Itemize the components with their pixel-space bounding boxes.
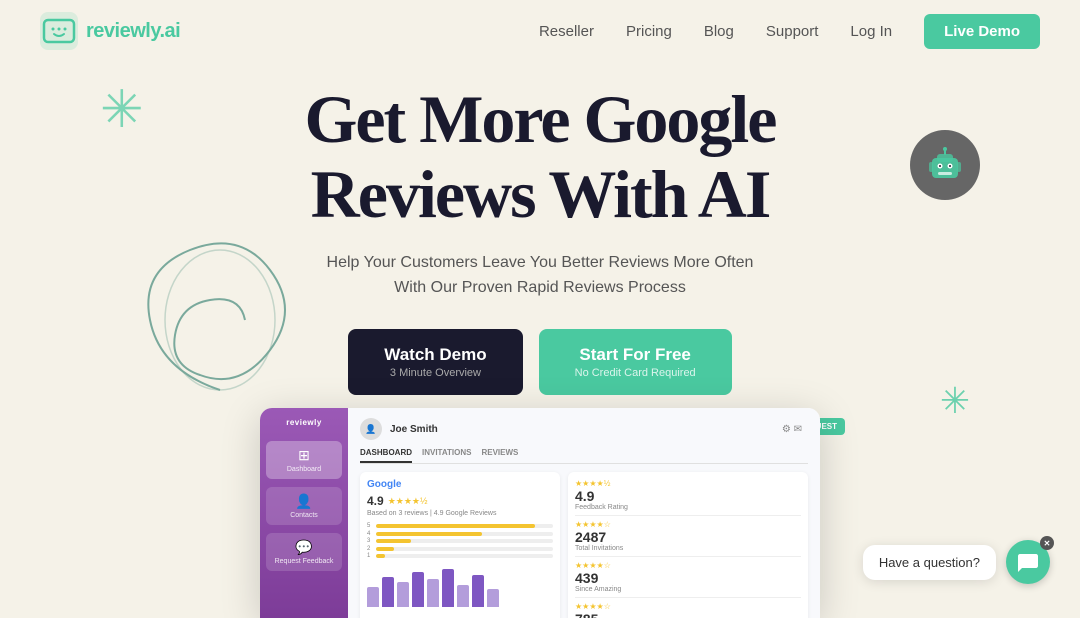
navbar: reviewly.ai Reseller Pricing Blog Suppor…	[0, 0, 1080, 62]
google-logo: Google	[367, 479, 553, 490]
live-demo-button[interactable]: Live Demo	[924, 14, 1040, 49]
metric-stars-2: ★★★★☆	[575, 520, 801, 529]
dash-content: Google 4.9 ★★★★½ Based on 3 reviews | 4.…	[360, 472, 808, 618]
dash-user-name: Joe Smith	[390, 424, 438, 435]
metric-value-3: 439	[575, 570, 801, 586]
watch-demo-button[interactable]: Watch Demo 3 Minute Overview	[348, 329, 522, 395]
contacts-icon: 👤	[270, 493, 338, 510]
hero-subtitle: Help Your Customers Leave You Better Rev…	[320, 250, 760, 301]
dash-nav-feedback[interactable]: 💬 Request Feedback	[266, 533, 342, 571]
chat-bubble-text: Have a question?	[863, 545, 996, 580]
feedback-icon: 💬	[270, 539, 338, 556]
google-review-count: Based on 3 reviews | 4.9 Google Reviews	[367, 510, 553, 517]
tab-invitations[interactable]: INVITATIONS	[422, 448, 471, 463]
brand-name: reviewly.ai	[86, 20, 180, 43]
hero-title: Get More Google Reviews With AI	[304, 82, 775, 232]
metric-value-4: 785	[575, 611, 801, 618]
start-free-button[interactable]: Start For Free No Credit Card Required	[539, 329, 732, 395]
google-stars: ★★★★½	[388, 496, 428, 507]
google-rating-box: Google 4.9 ★★★★½ Based on 3 reviews | 4.…	[360, 472, 560, 618]
dashboard-sidebar: reviewly ⊞ Dashboard 👤 Contacts 💬 Reques…	[260, 408, 348, 618]
nav-pricing[interactable]: Pricing	[626, 23, 672, 40]
metric-bottom: ★★★★☆ 785	[575, 602, 801, 618]
hero-section: Get More Google Reviews With AI Help You…	[0, 62, 1080, 395]
dash-icons: ⚙ ✉	[782, 424, 802, 435]
bar-chart	[367, 567, 553, 607]
logo: reviewly.ai	[40, 12, 180, 50]
decoration-snowflake-right: ✳	[940, 380, 970, 422]
user-avatar: 👤	[360, 418, 382, 440]
metric-label-1: Feedback Rating	[575, 504, 801, 511]
dash-tabs: DASHBOARD INVITATIONS REVIEWS	[360, 448, 808, 464]
metric-since-amazing: ★★★★☆ 439 Since Amazing	[575, 561, 801, 593]
logo-icon	[40, 12, 78, 50]
nav-support[interactable]: Support	[766, 23, 819, 40]
dash-nav-dashboard[interactable]: ⊞ Dashboard	[266, 441, 342, 479]
chat-widget: Have a question? ✕	[863, 540, 1050, 584]
dashboard-main: 👤 Joe Smith ⚙ ✉ DASHBOARD INVITATIONS RE…	[348, 408, 820, 618]
nav-blog[interactable]: Blog	[704, 23, 734, 40]
metric-label-3: Since Amazing	[575, 586, 801, 593]
watch-demo-sub: 3 Minute Overview	[390, 367, 481, 379]
dash-header: 👤 Joe Smith ⚙ ✉	[360, 418, 808, 440]
metric-value-1: 4.9	[575, 488, 801, 504]
tab-reviews[interactable]: REVIEWS	[481, 448, 518, 463]
metric-stars-1: ★★★★½	[575, 479, 801, 488]
google-rating: 4.9	[367, 494, 384, 508]
rating-bars: 5 4 3 2 1	[367, 523, 553, 559]
metrics-panel: ★★★★½ 4.9 Feedback Rating ★★★★☆ 2487 Tot…	[568, 472, 808, 618]
nav-links: Reseller Pricing Blog Support Log In Liv…	[539, 14, 1040, 49]
tab-dashboard[interactable]: DASHBOARD	[360, 448, 412, 463]
metric-label-2: Total Invitations	[575, 545, 801, 552]
nav-login[interactable]: Log In	[850, 23, 892, 40]
metric-stars-4: ★★★★☆	[575, 602, 801, 611]
metric-value-2: 2487	[575, 529, 801, 545]
dash-logo: reviewly	[286, 418, 322, 427]
metric-feedback-rating: ★★★★½ 4.9 Feedback Rating	[575, 479, 801, 511]
chat-close-icon[interactable]: ✕	[1040, 536, 1054, 550]
dashboard-preview: reviewly ⊞ Dashboard 👤 Contacts 💬 Reques…	[260, 408, 820, 618]
nav-reseller[interactable]: Reseller	[539, 23, 594, 40]
hero-buttons: Watch Demo 3 Minute Overview Start For F…	[348, 329, 731, 395]
start-free-sub: No Credit Card Required	[575, 367, 696, 379]
metric-stars-3: ★★★★☆	[575, 561, 801, 570]
dash-nav-contacts[interactable]: 👤 Contacts	[266, 487, 342, 525]
metric-total-invitations: ★★★★☆ 2487 Total Invitations	[575, 520, 801, 552]
home-icon: ⊞	[270, 447, 338, 464]
chat-button[interactable]: ✕	[1006, 540, 1050, 584]
